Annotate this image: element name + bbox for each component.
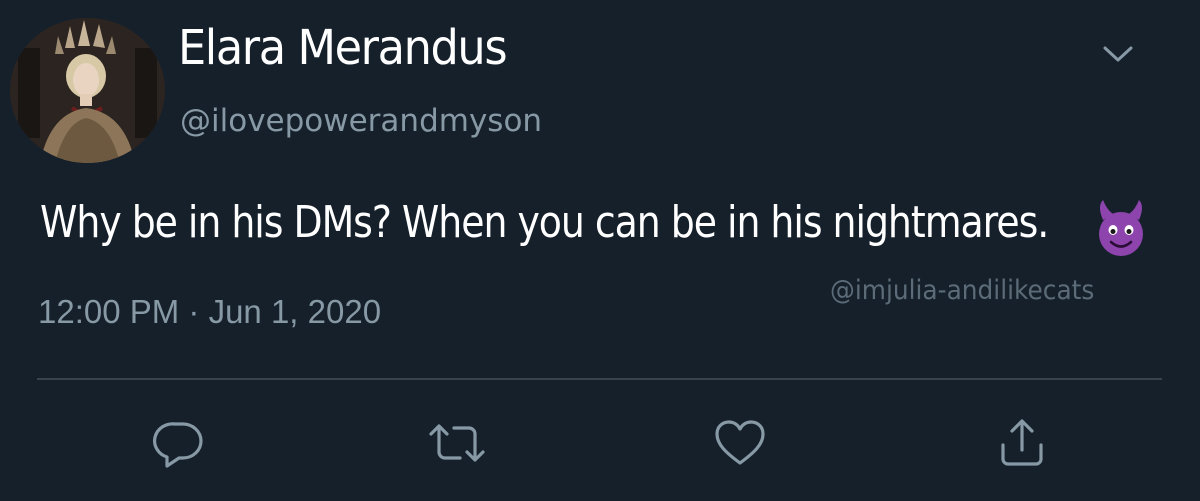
retweet-button[interactable] [427, 415, 487, 471]
retweet-icon [427, 420, 487, 466]
reply-button[interactable] [149, 415, 209, 471]
chevron-down-icon[interactable] [1100, 42, 1136, 66]
divider [37, 378, 1162, 380]
watermark: @imjulia-andilikecats [830, 275, 1095, 306]
heart-icon [713, 419, 767, 467]
smiling-face-with-horns-icon [1095, 198, 1147, 258]
share-button[interactable] [992, 415, 1052, 471]
user-handle[interactable]: @ilovepowerandmyson [180, 103, 542, 139]
display-name[interactable]: Elara Merandus [178, 20, 508, 76]
tweet-timestamp[interactable]: 12:00 PM · Jun 1, 2020 [38, 293, 381, 331]
share-icon [996, 417, 1048, 469]
avatar-image [10, 18, 165, 163]
avatar[interactable] [10, 18, 165, 163]
tweet-text: Why be in his DMs? When you can be in hi… [40, 197, 1049, 248]
reply-icon [153, 418, 205, 468]
like-button[interactable] [710, 415, 770, 471]
